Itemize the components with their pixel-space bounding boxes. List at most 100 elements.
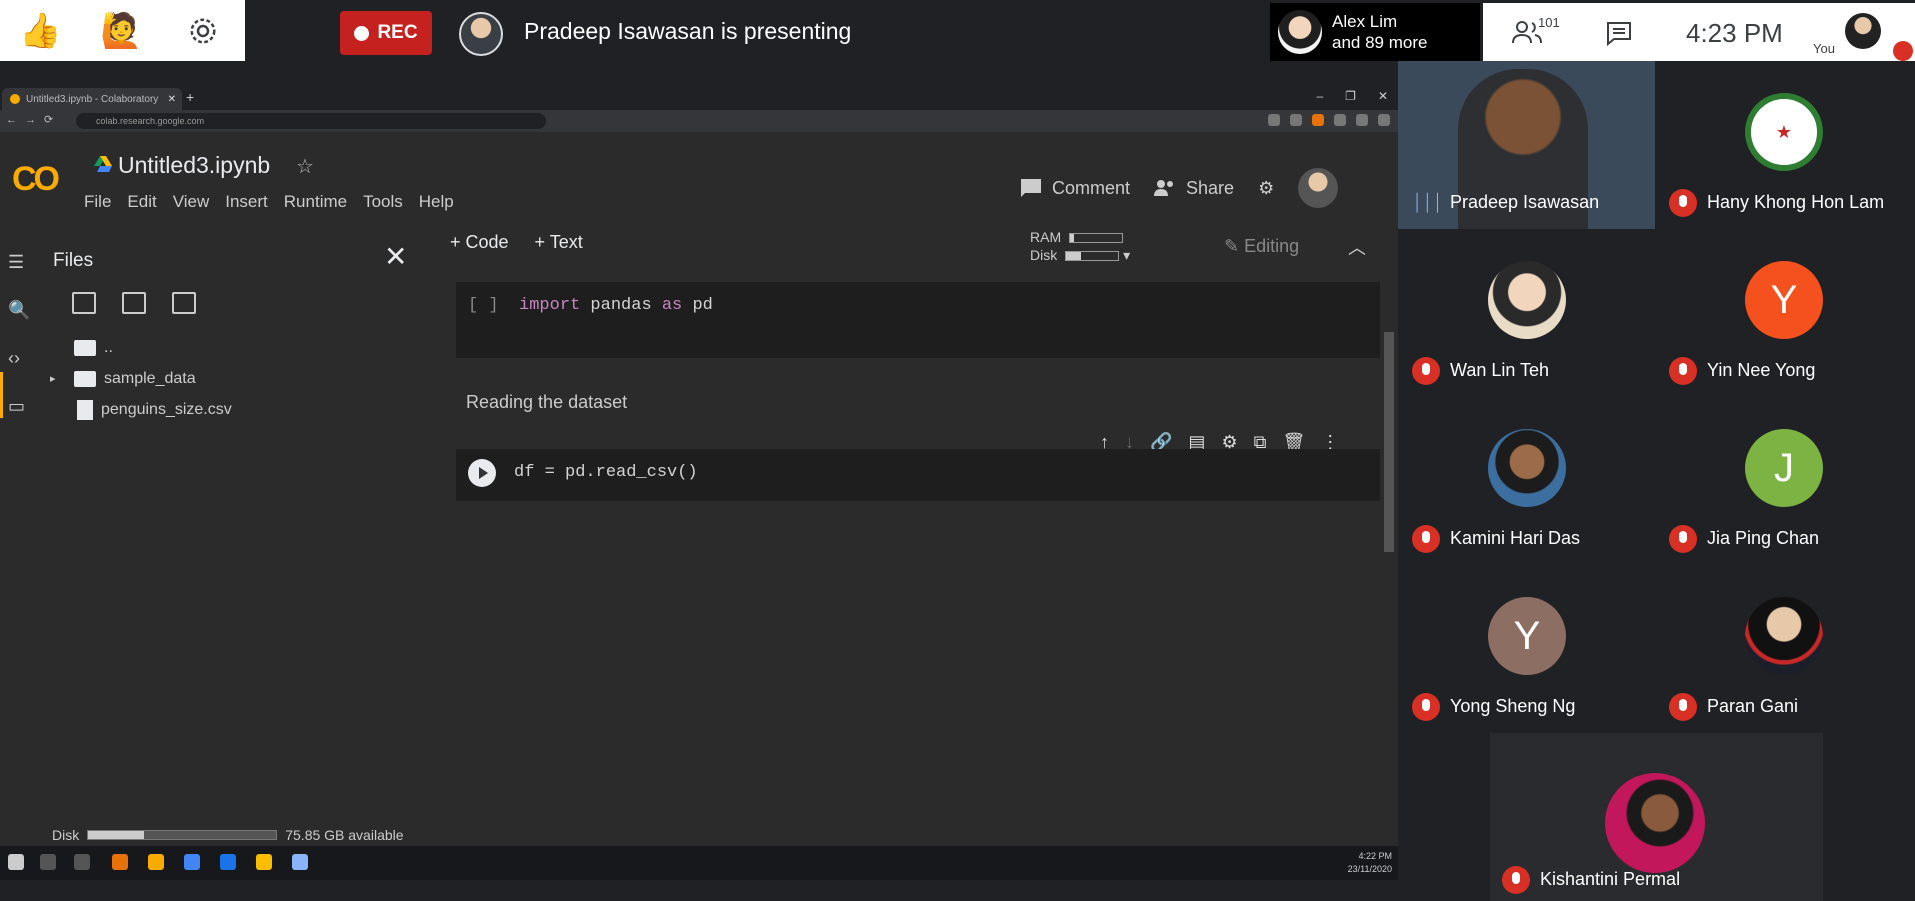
notebook-title[interactable]: Untitled3.ipynb [118,152,270,179]
top-actions: Comment Share ⚙ [1020,168,1339,208]
upload-icon[interactable] [72,292,96,314]
code-cell[interactable]: [ ] import pandas as pd [456,282,1380,358]
task-view-icon[interactable] [74,854,90,870]
participant-tile[interactable]: ⏐⏐⏐ Pradeep Isawasan [1398,61,1655,229]
list-item[interactable]: penguins_size.csv [50,394,232,425]
browser-tab[interactable]: Untitled3.ipynb - Colaboratory ✕ [2,88,182,110]
run-cell-button[interactable] [468,459,496,487]
chevron-up-icon[interactable]: ︿ [1348,234,1366,260]
nav-buttons-icon[interactable]: ←→⟳ [6,113,61,126]
menu-tools[interactable]: Tools [363,192,403,212]
mount-drive-icon[interactable] [172,292,196,314]
menu-runtime[interactable]: Runtime [284,192,347,212]
minimize-icon[interactable]: – [1316,89,1323,103]
raise-hand-icon[interactable]: 🙋 [81,0,162,61]
menu-edit[interactable]: Edit [127,192,156,212]
account-avatar[interactable] [1298,168,1339,208]
zoom-icon[interactable] [1268,114,1280,126]
mic-off-icon [1669,525,1697,553]
code-snippets-icon[interactable]: ‹› [8,348,20,369]
new-tab-icon[interactable]: + [186,89,194,105]
app-icon[interactable] [292,854,308,870]
search-icon[interactable] [40,854,56,870]
add-code-button[interactable]: + Code [450,232,509,253]
close-tab-icon[interactable]: ✕ [168,94,176,105]
comment-button[interactable]: Comment [1020,178,1130,199]
recording-badge[interactable]: REC [340,11,432,55]
star-icon[interactable]: ☆ [296,154,314,179]
list-item[interactable]: .. [50,332,232,363]
puzzle-icon[interactable] [1356,114,1368,126]
markdown-cell[interactable]: Reading the dataset [466,392,627,413]
participant-tile[interactable]: Y Yong Sheng Ng [1398,565,1655,733]
app-icon[interactable] [112,854,128,870]
close-window-icon[interactable]: ✕ [1378,89,1388,103]
gear-icon[interactable] [162,0,243,61]
participant-name: Wan Lin Teh [1450,360,1550,380]
participant-tile[interactable]: Paran Gani [1655,565,1912,733]
settings-gear-icon[interactable]: ⚙ [1258,178,1274,199]
participant-tile[interactable]: Kishantini Permal [1398,733,1915,901]
menu-help[interactable]: Help [419,192,454,212]
cell-run-bracket[interactable]: [ ] [468,296,499,315]
toc-icon[interactable]: ☰ [8,252,24,273]
colab-app: CO Untitled3.ipynb ☆ File Edit View Inse… [0,132,1398,843]
participant-tile[interactable]: ★ Hany Khong Hon Lam [1655,61,1912,229]
mic-off-icon[interactable] [1893,41,1913,61]
shared-screen: Untitled3.ipynb - Colaboratory ✕ + – ❐ ✕ ←→… [0,86,1398,880]
add-text-button[interactable]: + Text [535,232,583,253]
drive-icon [94,156,112,172]
disk-resource-label: Disk [1030,247,1058,263]
refresh-folder-icon[interactable] [122,292,146,314]
extension-icon[interactable] [1312,114,1324,126]
code-text: pandas [580,296,662,315]
files-folder-icon[interactable]: ▭ [8,396,25,417]
ram-label: RAM [1030,229,1062,245]
windows-taskbar: 4:22 PM 23/11/2020 [0,846,1398,880]
avatar [1745,597,1823,675]
edge-icon[interactable] [220,854,236,870]
participant-name: Kishantini Permal [1540,869,1681,889]
windows-start-icon[interactable] [8,854,24,870]
editing-label: Editing [1244,236,1300,256]
participant-tile[interactable]: Kamini Hari Das [1398,397,1655,565]
participant-tile[interactable]: Wan Lin Teh [1398,229,1655,397]
code-cell[interactable]: df = pd.read_csv() [456,449,1380,501]
search-icon[interactable]: 🔍 [8,300,30,321]
participant-tile[interactable]: Y Yin Nee Yong [1655,229,1912,397]
participant-name: Yong Sheng Ng [1450,696,1576,716]
avatar: J [1745,429,1823,507]
close-icon[interactable]: ✕ [384,240,407,273]
resources-indicator[interactable]: RAM Disk ▾ [1030,228,1130,264]
url-field[interactable]: colab.research.google.com [76,113,546,129]
code-keyword: import [519,296,581,315]
chat-icon[interactable] [1605,20,1633,46]
share-button[interactable]: Share [1154,178,1234,199]
sticky-notes-icon[interactable] [256,854,272,870]
extension-icon[interactable] [1334,114,1346,126]
file-explorer-icon[interactable] [148,854,164,870]
code-editor[interactable]: df = pd.read_csv() [514,463,698,482]
participants-preview[interactable]: Alex Lim and 89 more [1270,3,1480,61]
list-item[interactable]: ▸ sample_data [50,363,232,394]
chrome-icon[interactable] [184,854,200,870]
participant-count: 101 [1538,15,1560,30]
restore-icon[interactable]: ❐ [1345,89,1356,103]
participant-name: Kamini Hari Das [1450,528,1581,548]
active-indicator [0,372,3,418]
mic-off-icon [1669,693,1697,721]
menu-insert[interactable]: Insert [225,192,268,212]
clock: 4:23 PM [1686,18,1783,48]
profile-icon[interactable] [1378,114,1390,126]
menu-view[interactable]: View [173,192,210,212]
comment-label: Comment [1052,177,1131,198]
expand-arrow-icon[interactable]: ▸ [50,372,66,385]
menu-file[interactable]: File [84,192,111,212]
editing-mode[interactable]: ✎ Editing [1224,236,1299,257]
self-avatar[interactable] [1845,13,1881,49]
thumbs-up-icon[interactable]: 👍 [0,0,81,61]
participant-tile[interactable]: J Jia Ping Chan [1655,397,1912,565]
star-icon[interactable] [1290,114,1302,126]
scrollbar[interactable] [1384,332,1394,552]
colab-logo: CO [12,160,60,198]
